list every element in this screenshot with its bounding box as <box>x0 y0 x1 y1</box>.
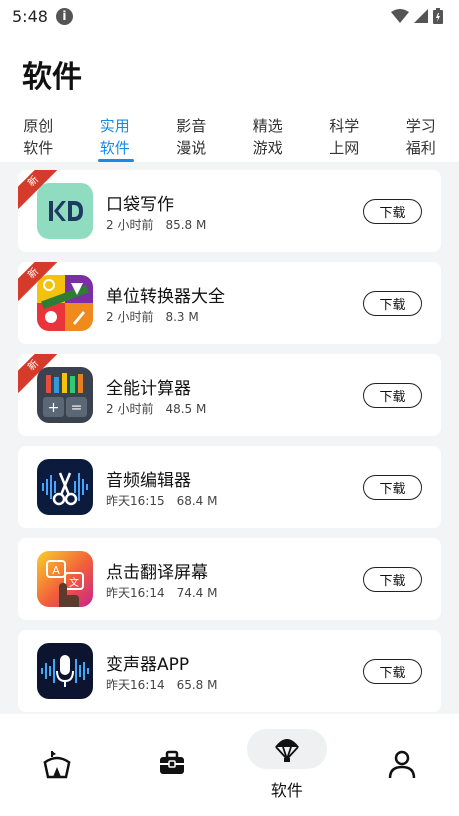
svg-text:+: + <box>48 400 60 416</box>
tab-original-software[interactable]: 原创 软件 <box>0 112 77 162</box>
tab-label-line1: 科学 <box>329 117 360 135</box>
download-button[interactable]: 下载 <box>363 291 422 316</box>
tab-label-line2: 游戏 <box>252 139 283 157</box>
app-list[interactable]: 新 口袋写作 2 小时前 85.8 M 下载 新 单位转换器大全 2 小时前 8.3… <box>0 162 459 714</box>
app-card[interactable]: 变声器APP 昨天16:14 65.8 M 下载 <box>18 630 441 712</box>
unit-converter-icon <box>37 275 93 331</box>
tab-practical-software[interactable]: 实用 软件 <box>77 112 154 162</box>
download-button[interactable]: 下载 <box>363 475 422 500</box>
app-name: 口袋写作 <box>106 195 174 215</box>
app-name: 音频编辑器 <box>106 471 191 491</box>
battery-icon <box>433 8 443 24</box>
nav-item-profile[interactable] <box>344 714 459 816</box>
app-size: 68.4 M <box>176 494 218 508</box>
audio-scissors-icon <box>37 459 93 515</box>
app-card[interactable]: + = 新 全能计算器 2 小时前 48.5 M 下载 <box>18 354 441 436</box>
status-time: 5:48 <box>12 6 48 26</box>
app-card[interactable]: 新 口袋写作 2 小时前 85.8 M 下载 <box>18 170 441 252</box>
app-card[interactable]: A 文 点击翻译屏幕 昨天16:14 74.4 M 下载 <box>18 538 441 620</box>
app-name: 变声器APP <box>106 655 190 675</box>
parachute-icon <box>274 739 299 762</box>
person-icon <box>388 750 415 779</box>
voice-mic-icon <box>37 643 93 699</box>
tab-label-line1: 实用 <box>99 117 130 135</box>
app-time: 2 小时前 <box>106 310 154 324</box>
tab-label-line1: 原创 <box>23 117 54 135</box>
signal-icon <box>414 9 428 23</box>
page-title: 软件 <box>22 60 82 95</box>
app-size: 85.8 M <box>165 218 207 232</box>
info-icon: i <box>55 7 73 25</box>
circus-tent-icon <box>43 751 72 779</box>
translate-tap-icon: A 文 <box>37 551 93 607</box>
app-time: 昨天16:15 <box>106 494 165 508</box>
tab-label-line2: 软件 <box>99 139 130 157</box>
tab-media-comics[interactable]: 影音 漫说 <box>153 112 230 162</box>
tab-label-line2: 上网 <box>329 139 360 157</box>
app-time: 昨天16:14 <box>106 586 165 600</box>
download-button[interactable]: 下载 <box>363 383 422 408</box>
download-button[interactable]: 下载 <box>363 567 422 592</box>
tab-featured-games[interactable]: 精选 游戏 <box>230 112 307 162</box>
tab-label-line1: 精选 <box>252 117 283 135</box>
svg-text:A: A <box>52 564 60 577</box>
kd-logo-icon <box>37 183 93 239</box>
app-meta: 2 小时前 85.8 M <box>106 216 206 233</box>
nav-active-pill <box>246 729 327 769</box>
svg-text:=: = <box>71 400 83 416</box>
briefcase-icon <box>160 750 185 774</box>
tab-label-line2: 漫说 <box>176 139 207 157</box>
app-size: 48.5 M <box>165 402 207 416</box>
nav-item-circus[interactable] <box>0 714 115 816</box>
status-bar: 5:48 i <box>0 0 459 32</box>
tab-label-line1: 学习 <box>405 117 436 135</box>
tab-label-line2: 福利 <box>405 139 436 157</box>
tab-label-line1: 影音 <box>176 117 207 135</box>
calculator-icon: + = <box>37 367 93 423</box>
app-card[interactable]: 新 单位转换器大全 2 小时前 8.3 M 下载 <box>18 262 441 344</box>
tab-label-line2: 软件 <box>23 139 54 157</box>
app-meta: 昨天16:14 65.8 M <box>106 676 217 693</box>
app-card[interactable]: 音频编辑器 昨天16:15 68.4 M 下载 <box>18 446 441 528</box>
app-meta: 昨天16:15 68.4 M <box>106 492 217 509</box>
app-time: 2 小时前 <box>106 402 154 416</box>
tab-science-internet[interactable]: 科学 上网 <box>306 112 383 162</box>
app-name: 点击翻译屏幕 <box>106 563 208 583</box>
category-tabs: 原创 软件 实用 软件 影音 漫说 精选 游戏 科学 上网 学习 福利 <box>0 112 459 162</box>
status-left: 5:48 i <box>12 7 73 26</box>
app-meta: 2 小时前 8.3 M <box>106 308 199 325</box>
app-meta: 昨天16:14 74.4 M <box>106 584 217 601</box>
app-size: 8.3 M <box>165 310 199 324</box>
bottom-nav: 软件 <box>0 714 459 816</box>
svg-text:文: 文 <box>69 576 79 589</box>
app-size: 65.8 M <box>176 678 218 692</box>
nav-item-briefcase[interactable] <box>115 714 230 816</box>
app-size: 74.4 M <box>176 586 218 600</box>
download-button[interactable]: 下载 <box>363 199 422 224</box>
app-time: 昨天16:14 <box>106 678 165 692</box>
tab-study-welfare[interactable]: 学习 福利 <box>383 112 459 162</box>
app-name: 单位转换器大全 <box>106 287 225 307</box>
wifi-icon <box>391 9 409 23</box>
app-name: 全能计算器 <box>106 379 191 399</box>
status-right <box>391 8 443 24</box>
app-time: 2 小时前 <box>106 218 154 232</box>
download-button[interactable]: 下载 <box>363 659 422 684</box>
app-meta: 2 小时前 48.5 M <box>106 400 206 417</box>
nav-label: 软件 <box>270 781 303 800</box>
nav-item-software[interactable]: 软件 <box>230 714 345 816</box>
